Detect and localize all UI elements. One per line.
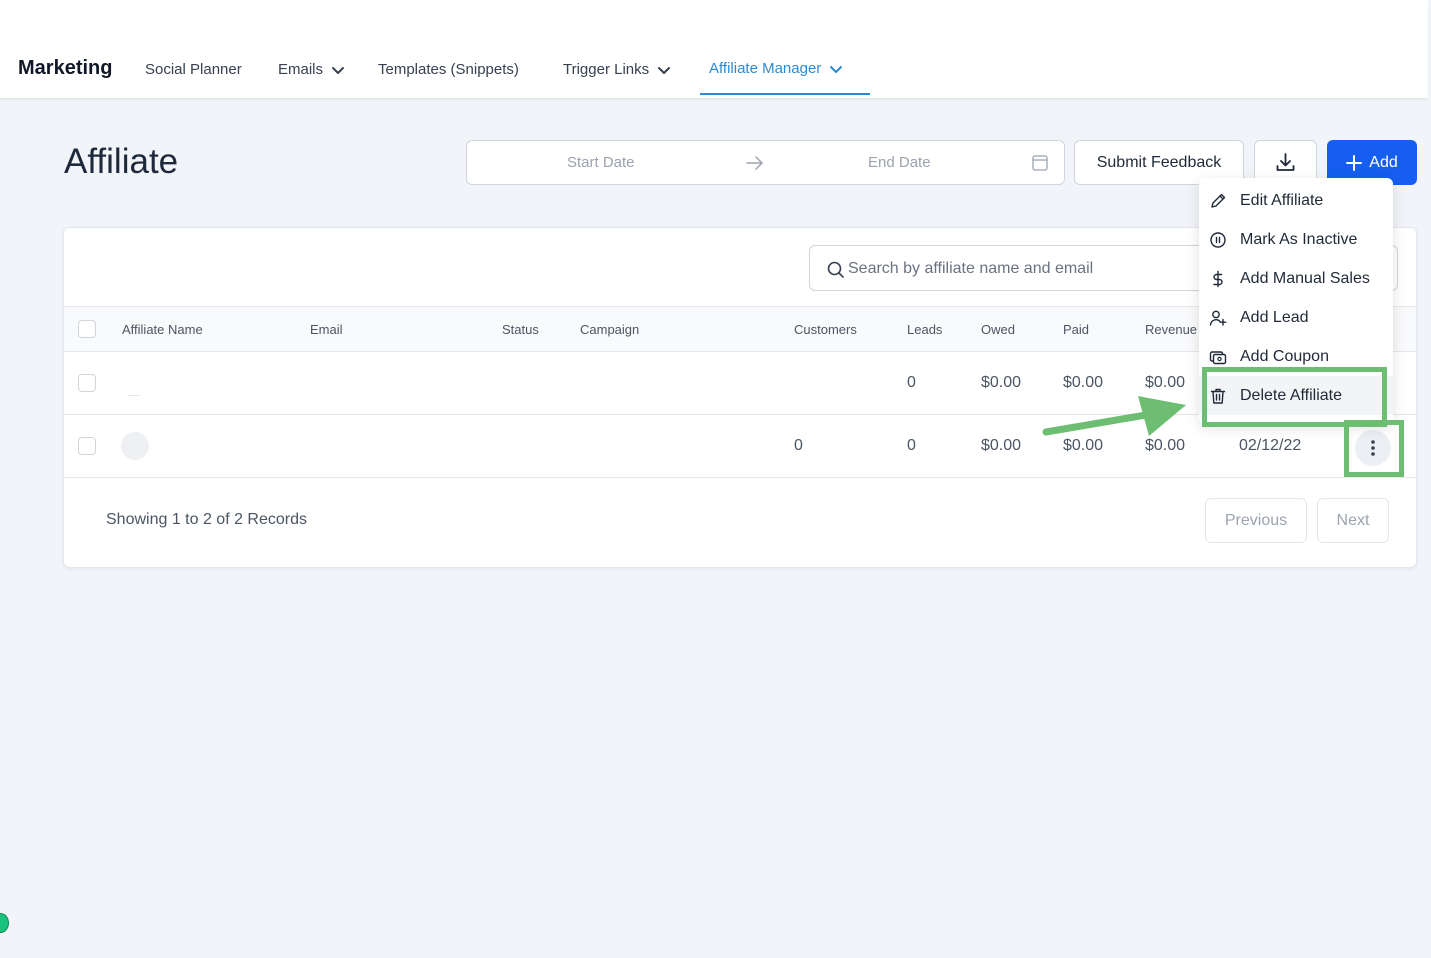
active-tab-underline [700, 93, 870, 95]
avatar [121, 432, 149, 460]
start-date-input[interactable]: Start Date [567, 154, 635, 171]
owed-cell: $0.00 [981, 437, 1022, 454]
highlight-row-actions [1344, 420, 1404, 477]
date-cell: 02/12/22 [1239, 437, 1302, 454]
pause-circle-icon [1210, 231, 1226, 248]
download-icon [1276, 153, 1295, 171]
nav-emails[interactable]: Emails [278, 61, 345, 78]
next-button[interactable]: Next [1317, 498, 1389, 543]
column-header[interactable]: Status [502, 322, 539, 337]
page-title: Affiliate [64, 142, 179, 181]
top-nav: Marketing Social Planner Emails Template… [0, 0, 1428, 99]
column-header[interactable]: Revenue [1145, 322, 1197, 337]
chevron-down-icon [332, 66, 345, 74]
user-plus-icon [1209, 310, 1227, 326]
records-summary: Showing 1 to 2 of 2 Records [106, 511, 308, 528]
leads-cell: 0 [907, 437, 916, 454]
search-input[interactable] [848, 258, 1248, 280]
column-header[interactable]: Affiliate Name [122, 322, 203, 337]
column-header[interactable]: Campaign [580, 322, 639, 337]
nav-affiliate-manager[interactable]: Affiliate Manager [709, 60, 843, 77]
annotation-arrow-icon [1042, 396, 1186, 436]
column-header[interactable]: Email [310, 322, 343, 337]
menu-item-label: Mark As Inactive [1240, 230, 1358, 248]
nav-label: Emails [278, 61, 324, 78]
pencil-icon [1211, 193, 1226, 208]
column-header[interactable]: Paid [1063, 322, 1089, 337]
select-all-checkbox[interactable] [78, 320, 96, 338]
plus-icon [1346, 154, 1363, 171]
menu-item-add-manual-sales[interactable]: Add Manual Sales [1199, 259, 1393, 298]
nav-label: Affiliate Manager [709, 60, 822, 77]
menu-item-add-lead[interactable]: Add Lead [1199, 298, 1393, 337]
column-header[interactable]: Owed [981, 322, 1015, 337]
status-dot-icon [0, 913, 9, 933]
dollar-icon [1213, 270, 1223, 287]
owed-cell: $0.00 [981, 374, 1022, 391]
arrow-right-icon [746, 156, 763, 170]
menu-item-mark-inactive[interactable]: Mark As Inactive [1199, 220, 1393, 259]
end-date-input[interactable]: End Date [868, 154, 931, 171]
column-header[interactable]: Customers [794, 322, 857, 337]
menu-item-label: Edit Affiliate [1240, 191, 1324, 209]
menu-item-label: Add Manual Sales [1240, 269, 1370, 287]
coupon-icon [1209, 350, 1227, 364]
nav-label: Social Planner [145, 61, 242, 78]
chevron-down-icon [658, 66, 671, 74]
customers-cell: 0 [794, 437, 803, 454]
chevron-down-icon [830, 65, 843, 73]
avatar-placeholder [128, 395, 140, 396]
nav-label: Trigger Links [563, 61, 650, 78]
nav-templates[interactable]: Templates (Snippets) [378, 61, 519, 78]
calendar-icon [1032, 155, 1048, 171]
nav-label: Templates (Snippets) [378, 61, 519, 78]
leads-cell: 0 [907, 374, 916, 391]
row-checkbox[interactable] [78, 437, 96, 455]
menu-item-label: Add Coupon [1240, 347, 1329, 365]
previous-button[interactable]: Previous [1205, 498, 1307, 543]
menu-item-edit-affiliate[interactable]: Edit Affiliate [1199, 181, 1393, 220]
menu-item-label: Add Lead [1240, 308, 1309, 326]
highlight-delete-affiliate [1202, 367, 1387, 427]
add-button-label: Add [1369, 153, 1398, 171]
column-header[interactable]: Leads [907, 322, 942, 337]
nav-social-planner[interactable]: Social Planner [145, 61, 242, 78]
brand-title: Marketing [18, 57, 113, 79]
nav-trigger-links[interactable]: Trigger Links [563, 61, 671, 78]
search-icon [827, 261, 844, 278]
row-checkbox[interactable] [78, 374, 96, 392]
date-range-picker[interactable]: Start Date End Date [466, 140, 1065, 185]
